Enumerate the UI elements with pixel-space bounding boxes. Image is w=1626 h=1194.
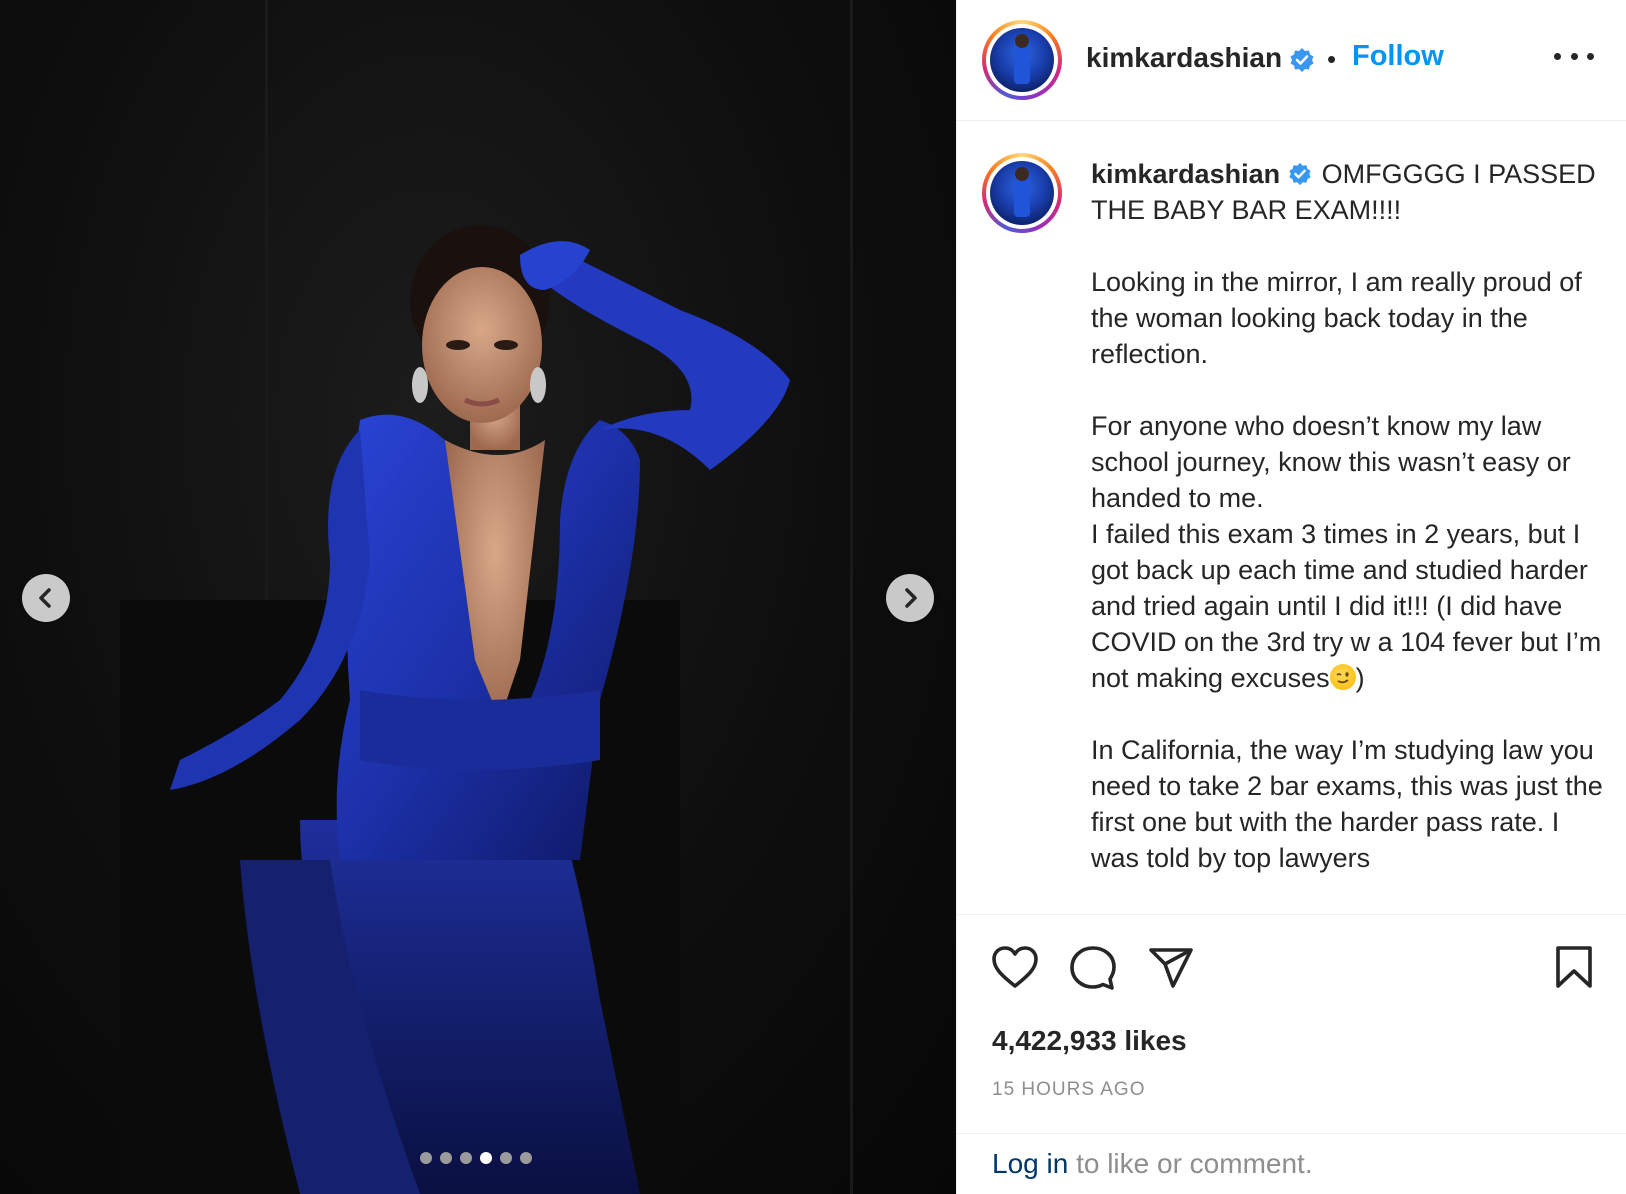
- post-actions: 4,422,933 likes 15 HOURS AGO: [957, 914, 1626, 1134]
- caption-body: Looking in the mirror, I am really proud…: [1091, 267, 1602, 693]
- post-media[interactable]: [0, 0, 956, 1194]
- follow-button[interactable]: Follow: [1352, 40, 1444, 73]
- face: [422, 267, 542, 423]
- post-photo: [120, 225, 790, 1194]
- caption-scroll-area[interactable]: kimkardashian OMFGGGG I PASSED THE BABY …: [957, 122, 1626, 914]
- login-link[interactable]: Log in: [992, 1148, 1068, 1179]
- chevron-right-icon: [905, 588, 917, 608]
- chevron-left-icon: [39, 588, 51, 608]
- bookmark-icon[interactable]: [1555, 945, 1593, 989]
- carousel-dot-active: [480, 1152, 492, 1164]
- paper-plane-icon[interactable]: [1149, 947, 1193, 989]
- earring-right: [530, 367, 546, 403]
- post-header: kimkardashian • Follow: [957, 0, 1626, 121]
- eye-right: [494, 340, 518, 350]
- right-arm: [530, 250, 790, 470]
- avatar-image: [990, 161, 1054, 225]
- eye-left: [446, 340, 470, 350]
- likes-count[interactable]: 4,422,933 likes: [992, 1025, 1187, 1057]
- carousel-dot: [520, 1152, 532, 1164]
- login-prompt-text: to like or comment.: [1068, 1148, 1313, 1179]
- avatar-image: [990, 28, 1054, 92]
- post-timestamp[interactable]: 15 HOURS AGO: [992, 1079, 1146, 1101]
- caption-avatar[interactable]: [982, 153, 1062, 233]
- login-prompt: Log in to like or comment.: [957, 1134, 1626, 1194]
- waist-wrap: [360, 690, 600, 770]
- more-options-button[interactable]: [1554, 46, 1594, 66]
- earring-left: [412, 367, 428, 403]
- carousel-dot: [440, 1152, 452, 1164]
- carousel-indicator: [420, 1152, 532, 1164]
- verified-badge-icon: [1289, 162, 1311, 186]
- avatar[interactable]: [982, 20, 1062, 100]
- post-sidebar: kimkardashian • Follow kimkardashian OMF…: [956, 0, 1626, 1194]
- caption-continued: ) In California, the way I’m studying la…: [1091, 663, 1603, 873]
- caption-text: kimkardashian OMFGGGG I PASSED THE BABY …: [1091, 156, 1606, 876]
- winking-face-emoji: [1329, 664, 1356, 690]
- separator-dot: •: [1327, 44, 1337, 74]
- header-username[interactable]: kimkardashian: [1086, 42, 1282, 74]
- carousel-dot: [460, 1152, 472, 1164]
- comment-icon[interactable]: [1070, 945, 1116, 991]
- verified-badge-icon: [1290, 48, 1314, 72]
- carousel-dot: [420, 1152, 432, 1164]
- caption-username[interactable]: kimkardashian: [1091, 159, 1280, 189]
- heart-icon[interactable]: [991, 945, 1039, 989]
- previous-slide-button[interactable]: [22, 574, 70, 622]
- more-horizontal-icon: [1554, 52, 1561, 60]
- carousel-dot: [500, 1152, 512, 1164]
- next-slide-button[interactable]: [886, 574, 934, 622]
